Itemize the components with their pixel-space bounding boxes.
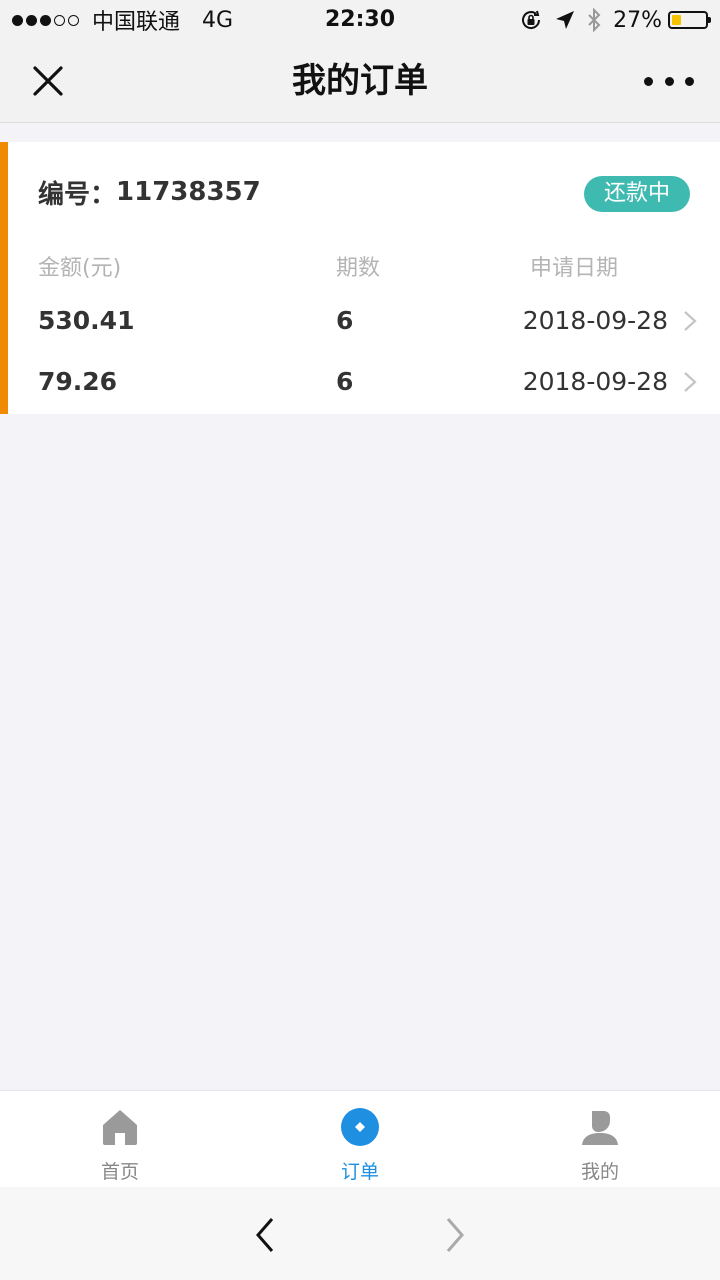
chevron-right-icon	[684, 311, 697, 331]
column-header-amount: 金额(元)	[38, 256, 122, 281]
nav-bar: 我的订单	[0, 40, 720, 123]
back-arrow-icon[interactable]	[250, 1215, 280, 1255]
bluetooth-icon	[587, 8, 601, 32]
column-header-periods: 期数	[336, 256, 381, 281]
status-badge: 还款中	[584, 176, 690, 212]
battery-level	[672, 15, 681, 25]
location-arrow-icon	[555, 10, 575, 30]
orientation-lock-icon	[519, 8, 543, 32]
tab-home[interactable]: 首页	[0, 1091, 240, 1187]
battery-icon	[668, 11, 711, 29]
order-id-value: 11738357	[116, 177, 261, 207]
browser-bar	[0, 1187, 720, 1280]
row-date: 2018-09-28	[522, 367, 668, 396]
status-bar: 中国联通 4G 22:30 27%	[0, 0, 720, 40]
more-dot	[644, 76, 653, 86]
tab-orders[interactable]: 订单	[240, 1091, 480, 1187]
home-icon	[103, 1110, 137, 1145]
row-periods: 6	[336, 367, 354, 396]
row-periods: 6	[336, 306, 354, 335]
order-id-label: 编号：	[38, 179, 117, 210]
table-row[interactable]: 530.41 6 2018-09-28	[0, 294, 720, 348]
tab-label: 订单	[340, 1161, 379, 1183]
order-id: 编号： 11738357	[38, 172, 261, 212]
status-right: 27%	[507, 6, 711, 34]
order-icon	[341, 1108, 379, 1146]
order-card[interactable]: 编号： 11738357 还款中 金额(元) 期数 申请日期 530.41 6 …	[0, 142, 720, 414]
row-date: 2018-09-28	[522, 306, 668, 335]
row-amount: 530.41	[38, 306, 135, 335]
chevron-right-icon	[684, 372, 697, 392]
column-header-date: 申请日期	[530, 256, 619, 281]
battery-percent: 27%	[613, 7, 662, 33]
more-dot	[664, 76, 674, 86]
user-icon	[582, 1111, 618, 1145]
table-row[interactable]: 79.26 6 2018-09-28	[0, 355, 720, 409]
page-title: 我的订单	[292, 61, 428, 101]
more-dot	[685, 76, 694, 86]
tab-bar: 首页 订单 我的	[0, 1090, 720, 1188]
more-icon[interactable]	[644, 66, 694, 96]
tab-label: 我的	[580, 1161, 619, 1183]
tab-profile[interactable]: 我的	[480, 1091, 720, 1187]
tab-label: 首页	[100, 1161, 139, 1183]
table-header: 金额(元) 期数 申请日期	[0, 250, 720, 282]
row-amount: 79.26	[38, 367, 118, 396]
forward-arrow-icon[interactable]	[440, 1215, 470, 1255]
